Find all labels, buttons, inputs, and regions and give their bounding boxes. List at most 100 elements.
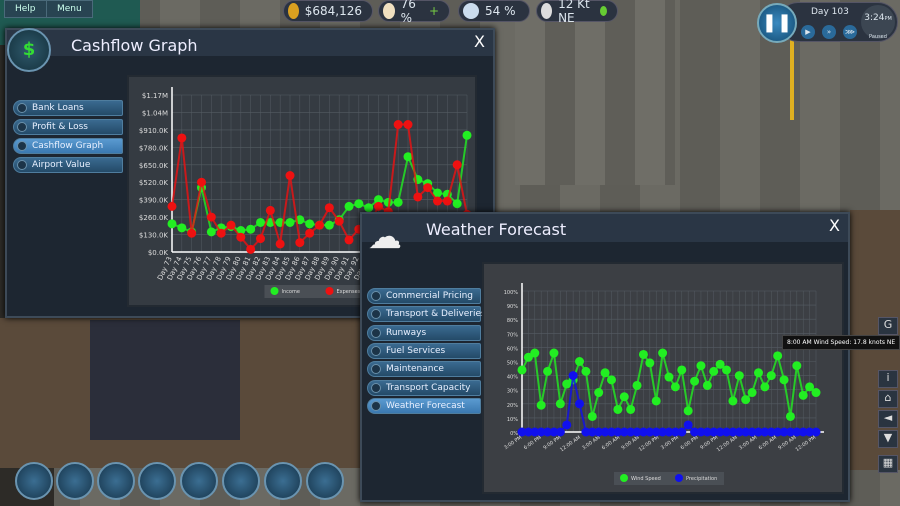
passenger-face-icon xyxy=(383,3,395,19)
gate-area xyxy=(90,320,240,440)
pause-button[interactable]: ❚❚ xyxy=(757,3,797,43)
data-point xyxy=(555,427,565,437)
y-tick-label: $260.0K xyxy=(139,214,168,222)
y-tick-label: 40% xyxy=(507,375,518,381)
menu-item-airport-value[interactable]: Airport Value xyxy=(13,157,123,173)
research-button[interactable] xyxy=(180,462,218,500)
x-tick-label: 3:00 PM xyxy=(660,435,680,451)
data-point xyxy=(753,368,763,378)
info-icon[interactable]: i xyxy=(878,370,898,388)
data-point xyxy=(683,406,693,416)
weather-icon xyxy=(541,3,553,19)
data-point xyxy=(256,217,265,227)
fast-forward-button[interactable]: » xyxy=(822,25,836,39)
clock: 3:24PM Paused xyxy=(861,5,895,40)
data-point xyxy=(236,232,246,242)
menu-item-icon xyxy=(17,103,27,113)
settings-gear-button[interactable] xyxy=(222,462,260,500)
grid-icon[interactable]: ▦ xyxy=(878,455,898,473)
x-tick-label: 12:00 PM xyxy=(638,435,661,453)
fastest-button[interactable]: ⋙ xyxy=(843,25,857,39)
menu-item-icon xyxy=(371,327,381,338)
y-tick-label: $0.0K xyxy=(148,249,169,257)
data-point xyxy=(354,199,364,209)
y-tick-label: $910.0K xyxy=(139,127,168,135)
clock-button[interactable] xyxy=(306,462,344,500)
data-point xyxy=(555,399,565,409)
announce-icon[interactable]: ◄ xyxy=(878,410,898,428)
data-point xyxy=(206,212,216,222)
menu-item-icon xyxy=(371,364,381,375)
wind-direction-icon xyxy=(600,6,607,16)
wind-display: 12 Kt NE xyxy=(536,0,618,25)
build-hammer-button[interactable] xyxy=(15,462,53,500)
data-point xyxy=(702,380,712,390)
data-point xyxy=(167,219,177,229)
play-button[interactable]: ▶ xyxy=(801,25,815,39)
grid-toggle-button[interactable]: G xyxy=(878,317,898,335)
legend-marker xyxy=(675,474,683,482)
menu-item-icon xyxy=(371,291,381,301)
objects-button[interactable] xyxy=(138,462,176,500)
legend-marker xyxy=(325,287,334,295)
data-point xyxy=(709,366,719,376)
data-point xyxy=(197,177,206,187)
y-tick-label: $650.0K xyxy=(139,162,168,170)
day-label: Day 103 xyxy=(811,7,849,17)
data-point xyxy=(568,371,578,381)
y-tick-label: 70% xyxy=(507,332,518,338)
menu-item-commercial-pricing[interactable]: Commercial Pricing xyxy=(367,288,481,304)
x-tick-label: 6:00 AM xyxy=(601,435,621,452)
menu-item-maintenance[interactable]: Maintenance xyxy=(367,361,481,378)
flooring-button[interactable] xyxy=(56,462,94,500)
time-value: 3:24PM xyxy=(864,13,892,23)
y-tick-label: $520.0K xyxy=(139,179,168,187)
menu-item-label: Bank Loans xyxy=(32,103,84,113)
data-point xyxy=(619,392,629,402)
menu-item-icon xyxy=(371,382,381,393)
menu-item-fuel-services[interactable]: Fuel Services xyxy=(367,342,481,359)
data-point xyxy=(265,205,275,215)
data-point xyxy=(575,399,585,409)
close-button[interactable]: X xyxy=(474,32,485,51)
y-tick-label: $1.17M xyxy=(142,92,168,100)
data-point xyxy=(167,201,177,211)
menu-item-transport-deliveries[interactable]: Transport & Deliveries xyxy=(367,306,486,323)
data-point xyxy=(393,120,403,130)
data-point xyxy=(536,400,546,410)
menu-item-icon xyxy=(17,122,27,132)
menu-item-transport-capacity[interactable]: Transport Capacity xyxy=(367,379,481,396)
data-point xyxy=(256,234,265,244)
legend-marker xyxy=(270,287,279,295)
satisfaction-value: 76 % xyxy=(400,0,416,25)
coin-icon xyxy=(288,3,299,19)
data-point xyxy=(295,238,305,248)
menu-item-cashflow-graph[interactable]: Cashflow Graph xyxy=(13,138,123,154)
x-tick-label: 3:00 PM xyxy=(503,435,523,451)
menu-item-weather-forecast[interactable]: Weather Forecast xyxy=(367,397,481,414)
data-point xyxy=(587,411,597,421)
data-point xyxy=(285,217,295,227)
menu-item-runways[interactable]: Runways xyxy=(367,324,481,341)
legend-label: Precipitation xyxy=(686,476,717,482)
x-tick-label: 3:00 AM xyxy=(738,435,758,452)
y-tick-label: 100% xyxy=(504,290,519,296)
overlay-button[interactable]: ⌂ xyxy=(878,390,898,408)
data-point xyxy=(246,244,256,254)
x-tick-label: 6:00 AM xyxy=(758,435,778,452)
menu-item-bank-loans[interactable]: Bank Loans xyxy=(13,100,123,116)
close-button[interactable]: X xyxy=(829,216,840,235)
legend-marker xyxy=(620,474,628,482)
menu-button[interactable]: Menu xyxy=(46,0,93,18)
trend-indicator: + xyxy=(428,4,439,18)
y-tick-label: 50% xyxy=(507,361,518,367)
data-point xyxy=(683,420,693,430)
shield-icon[interactable]: ▼ xyxy=(878,430,898,448)
flights-button[interactable] xyxy=(264,462,302,500)
data-point xyxy=(517,365,527,375)
menu-item-profit-loss[interactable]: Profit & Loss xyxy=(13,119,123,135)
data-point xyxy=(696,361,706,371)
staff-button[interactable] xyxy=(97,462,135,500)
data-point xyxy=(664,372,674,382)
help-button[interactable]: Help xyxy=(4,0,47,18)
